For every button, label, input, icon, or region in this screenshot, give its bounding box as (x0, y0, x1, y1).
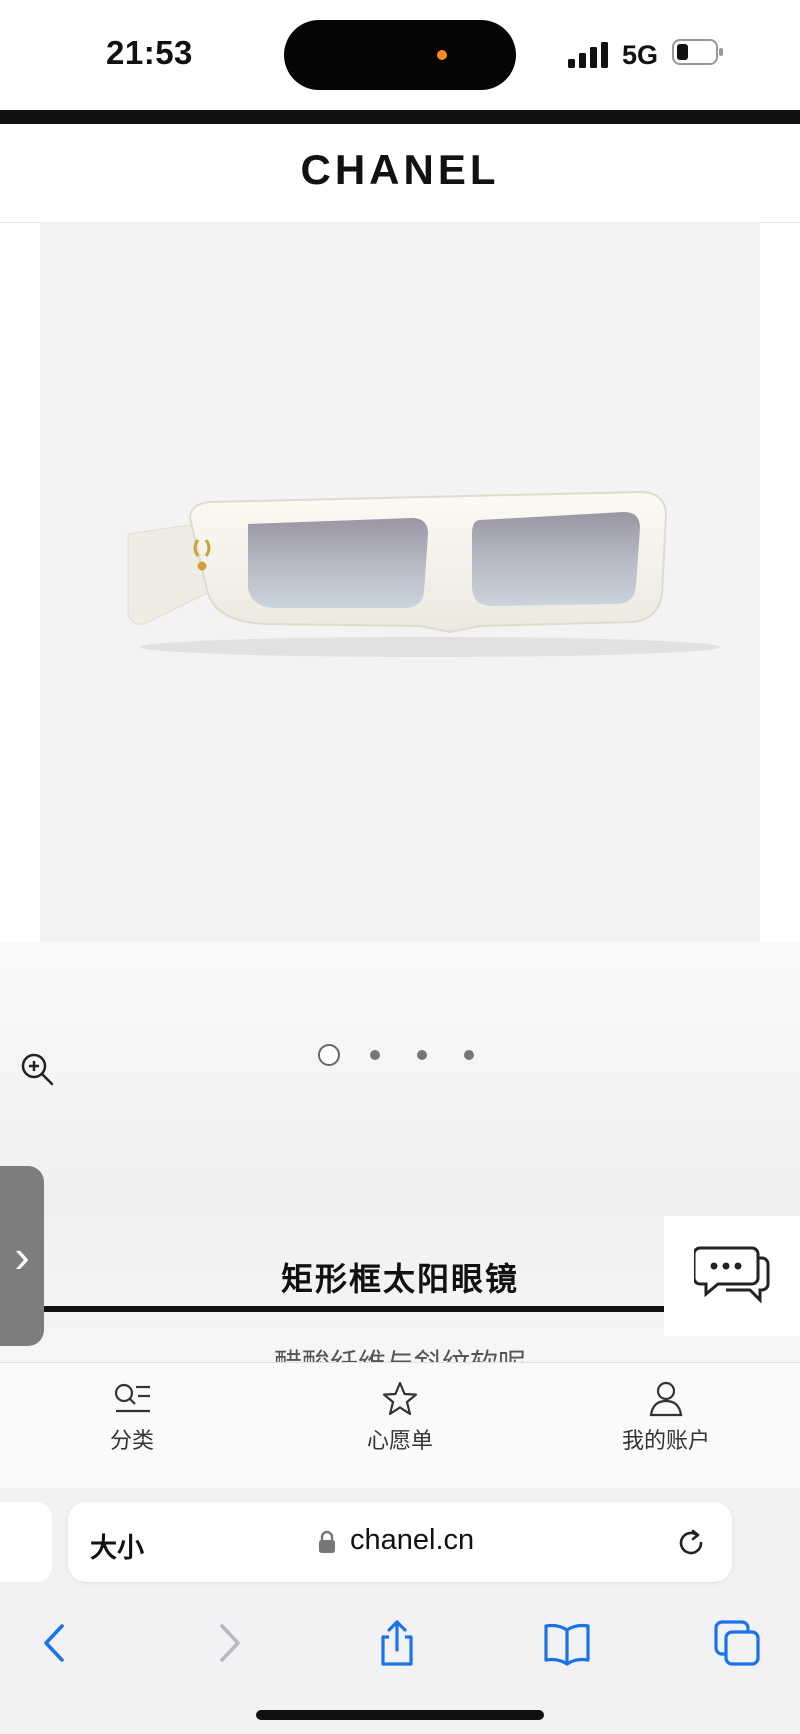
nav-item-wishlist[interactable]: 心愿单 (320, 1381, 480, 1455)
tabs-icon[interactable] (712, 1618, 762, 1668)
carousel-dots (318, 1044, 488, 1066)
address-bar[interactable]: 大小 chanel.cn (68, 1502, 732, 1582)
nav-item-category[interactable]: 分类 (52, 1381, 212, 1455)
battery-icon (672, 39, 723, 65)
product-image[interactable] (40, 222, 760, 942)
nav-label-wishlist: 心愿单 (366, 1428, 433, 1453)
brand-logo[interactable]: CHANEL (0, 146, 800, 194)
url-text[interactable]: chanel.cn (350, 1524, 474, 1557)
category-list-icon (114, 1383, 150, 1413)
lock-icon (319, 1530, 335, 1553)
dynamic-island (284, 20, 516, 90)
title-underline (44, 1306, 664, 1312)
nav-item-account[interactable]: 我的账户 (586, 1381, 746, 1455)
text-size-button[interactable]: 大小 (90, 1526, 144, 1565)
sunglasses-image (127, 490, 720, 657)
carousel-dot-3[interactable] (417, 1050, 427, 1060)
network-type: 5G (622, 40, 659, 70)
site-header: CHANEL (0, 124, 800, 223)
star-icon (382, 1381, 418, 1416)
carousel-dot-1[interactable] (318, 1044, 340, 1066)
bookmarks-icon[interactable] (542, 1618, 592, 1668)
nav-label-account: 我的账户 (621, 1428, 710, 1453)
zoom-in-icon[interactable] (20, 1052, 54, 1086)
back-icon[interactable] (30, 1618, 80, 1668)
carousel-dot-4[interactable] (464, 1050, 474, 1060)
product-title: 矩形框太阳眼镜 (280, 1261, 519, 1297)
previous-tab-preview[interactable] (0, 1502, 52, 1582)
status-bar: 21:53 5G (0, 0, 800, 108)
carousel-dot-2[interactable] (370, 1050, 380, 1060)
browser-chrome: 大小 chanel.cn (0, 1488, 800, 1734)
nav-label-category: 分类 (109, 1428, 154, 1453)
header-top-rule (0, 110, 800, 124)
forward-icon[interactable] (204, 1618, 254, 1668)
recording-indicator-dot (437, 50, 447, 60)
share-icon[interactable] (372, 1618, 422, 1668)
status-time: 21:53 (106, 34, 193, 71)
browser-toolbar (0, 1608, 800, 1680)
user-icon (649, 1381, 683, 1417)
signal-strength-icon (568, 42, 608, 68)
reload-icon[interactable] (676, 1528, 706, 1558)
bottom-navigation: 分类 心愿单 我的账户 (0, 1362, 800, 1490)
home-indicator (256, 1710, 544, 1720)
